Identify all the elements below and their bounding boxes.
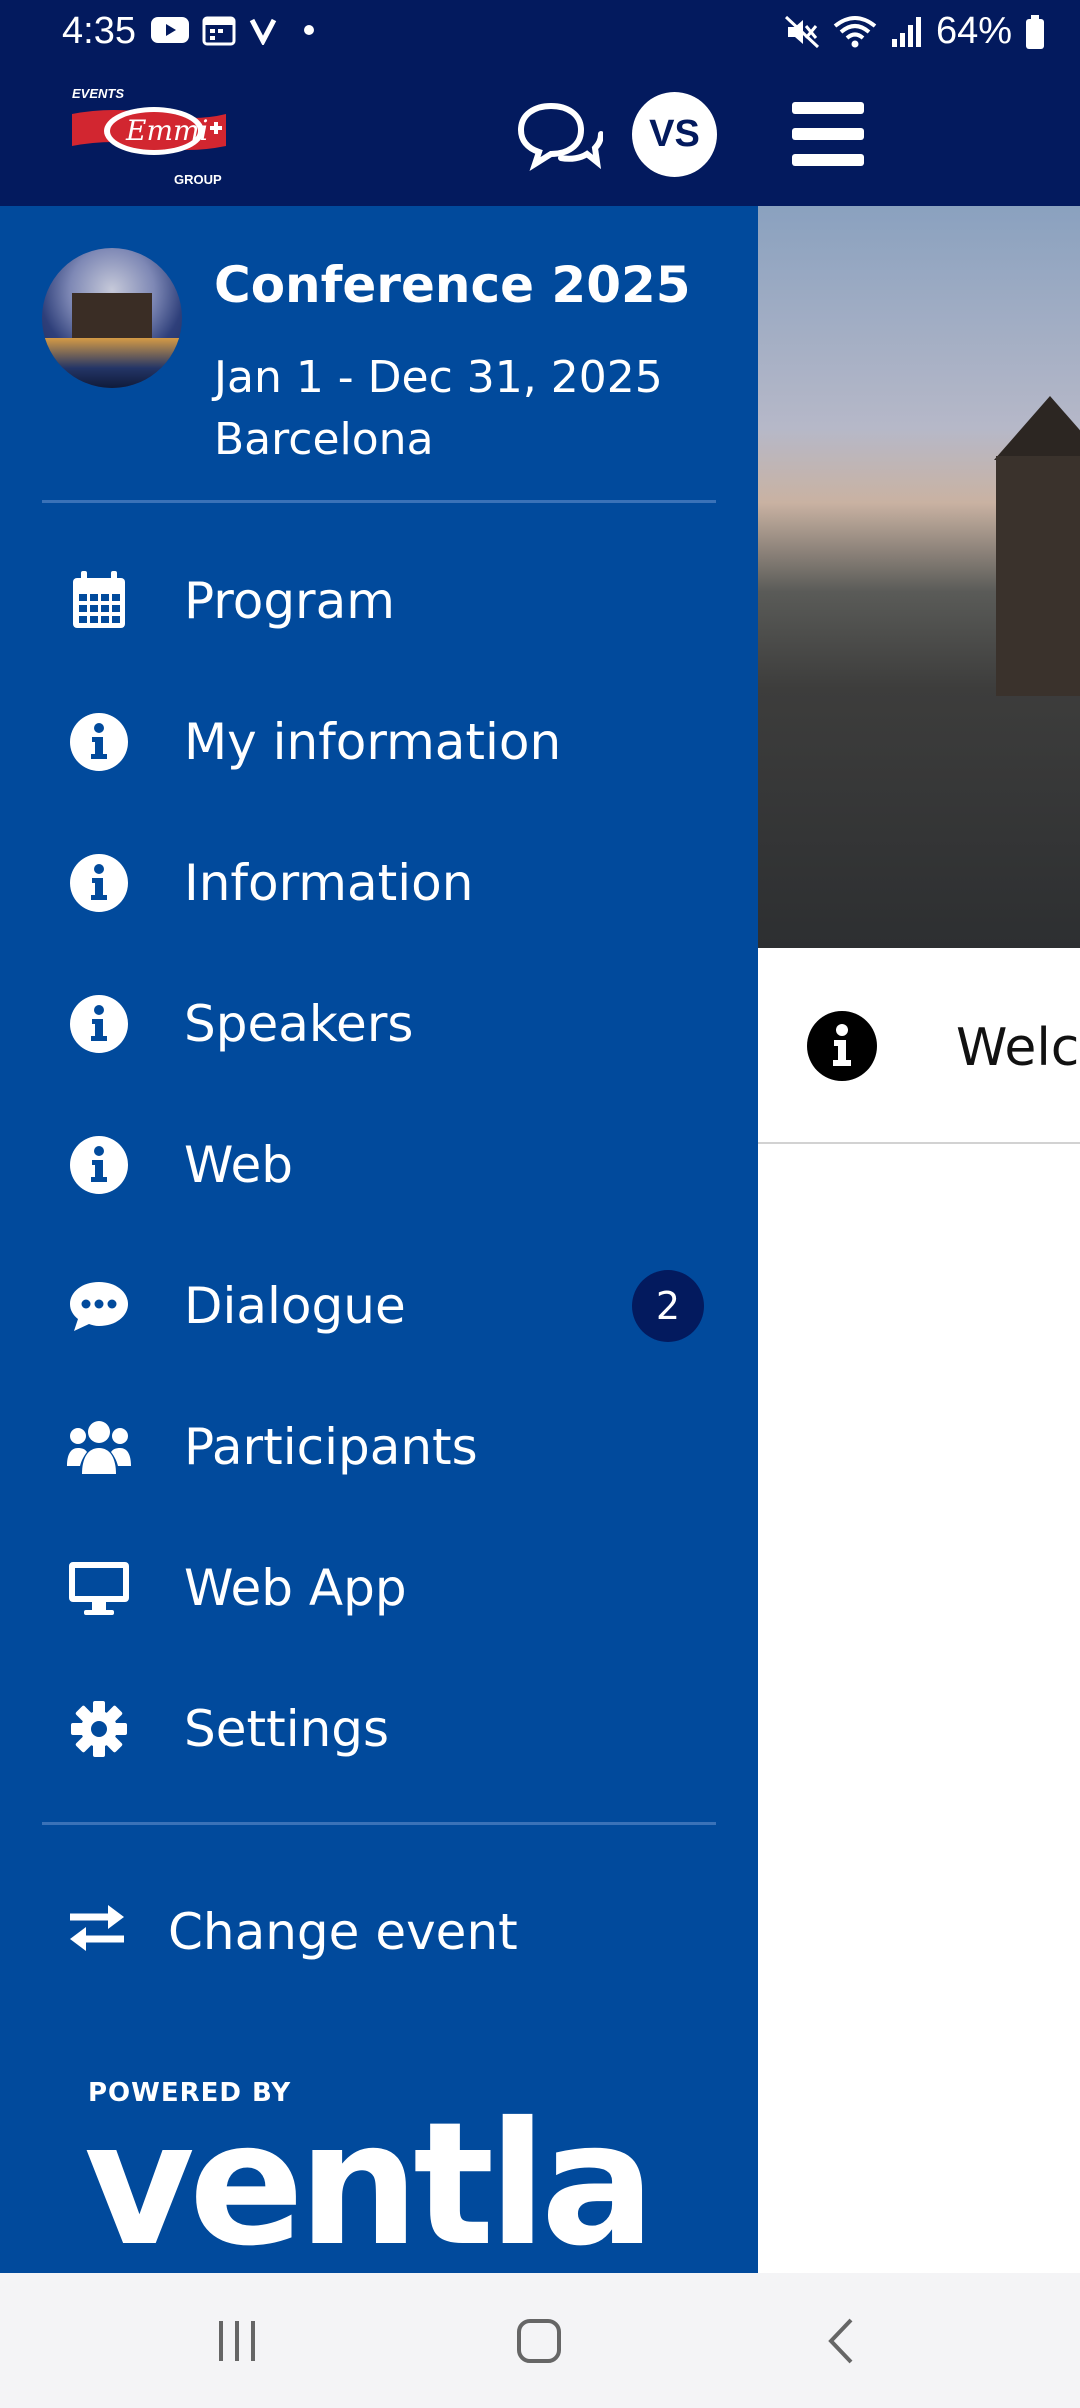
chat-bubbles-icon[interactable] [513, 100, 603, 180]
menu-item-web[interactable]: Web [0, 1094, 758, 1235]
info-icon [66, 991, 132, 1057]
hero-tower-roof [994, 396, 1080, 460]
event-dates: Jan 1 - Dec 31, 2025 [214, 352, 663, 403]
drawer-divider-top [42, 500, 716, 503]
home-button[interactable] [494, 2303, 584, 2378]
menu-item-label: Web App [184, 1558, 407, 1617]
info-icon [66, 709, 132, 775]
drawer-divider-bottom [42, 1822, 716, 1825]
welcome-item[interactable]: Welco [758, 948, 1080, 1144]
event-hero-image [758, 206, 1080, 948]
gear-icon [66, 1696, 132, 1762]
hero-tower [996, 456, 1080, 696]
svg-text:GROUP: GROUP [174, 172, 222, 187]
menu-item-information[interactable]: Information [0, 812, 758, 953]
youtube-icon [151, 17, 189, 43]
menu-item-label: Information [184, 853, 474, 912]
menu-item-my-information[interactable]: My information [0, 671, 758, 812]
v-icon [249, 18, 277, 45]
chat-icon [66, 1273, 132, 1339]
welcome-label: Welco [956, 1018, 1080, 1078]
event-title: Conference 2025 [214, 256, 691, 314]
back-button[interactable] [796, 2303, 886, 2378]
home-icon [517, 2318, 561, 2363]
hamburger-menu-icon[interactable] [790, 100, 866, 168]
menu-item-label: Participants [184, 1417, 478, 1476]
desktop-icon [66, 1555, 132, 1621]
menu-item-label: My information [184, 712, 562, 771]
event-thumbnail [42, 248, 182, 388]
navigation-drawer: Conference 2025 Jan 1 - Dec 31, 2025 Bar… [0, 206, 758, 2284]
event-city: Barcelona [214, 414, 434, 465]
calendar-small-icon [202, 16, 236, 46]
signal-icon [891, 16, 921, 47]
change-event-label: Change event [168, 1903, 518, 1961]
info-icon [807, 1011, 877, 1081]
users-icon [66, 1414, 132, 1480]
menu-item-participants[interactable]: Participants [0, 1376, 758, 1517]
ventla-logo: ventla [84, 2086, 655, 2284]
status-time: 4:35 [62, 10, 136, 52]
battery-percent: 64% [935, 10, 1012, 52]
menu-item-label: Program [184, 571, 395, 630]
change-event-button[interactable]: Change event [0, 1862, 758, 2002]
app-header: EVENTS Emmi GROUP VS [0, 70, 1080, 206]
status-bar: 4:35 64% [0, 0, 1080, 70]
status-right: 64% [784, 10, 1046, 53]
status-dot [304, 25, 314, 35]
menu-item-label: Web [184, 1135, 294, 1194]
drawer-menu: Program My information Information Speak… [0, 530, 758, 1799]
wifi-icon [833, 15, 877, 47]
menu-item-label: Speakers [184, 994, 414, 1053]
calendar-icon [66, 568, 132, 634]
status-notification-icons [150, 14, 314, 46]
svg-text:EVENTS: EVENTS [72, 86, 124, 101]
unread-count-badge: 2 [632, 1269, 704, 1342]
menu-item-label: Settings [184, 1699, 390, 1758]
menu-item-web-app[interactable]: Web App [0, 1517, 758, 1658]
recent-apps-icon [219, 2320, 255, 2361]
recent-apps-button[interactable] [192, 2303, 282, 2378]
info-icon [66, 1132, 132, 1198]
battery-icon [1026, 14, 1044, 49]
menu-item-speakers[interactable]: Speakers [0, 953, 758, 1094]
svg-text:Emmi: Emmi [125, 114, 209, 147]
swap-icon [66, 1899, 132, 1965]
back-icon [828, 2318, 853, 2363]
menu-item-settings[interactable]: Settings [0, 1658, 758, 1799]
system-navigation-bar [0, 2273, 1080, 2408]
emmi-events-logo[interactable]: EVENTS Emmi GROUP [66, 84, 236, 189]
user-avatar[interactable]: VS [632, 92, 717, 177]
info-icon [66, 850, 132, 916]
menu-item-program[interactable]: Program [0, 530, 758, 671]
mute-icon [784, 15, 819, 48]
event-thumbnail-lights [42, 338, 182, 388]
menu-item-dialogue[interactable]: Dialogue 2 [0, 1235, 758, 1376]
menu-item-label: Dialogue [184, 1276, 406, 1335]
event-thumbnail-building [72, 293, 152, 338]
